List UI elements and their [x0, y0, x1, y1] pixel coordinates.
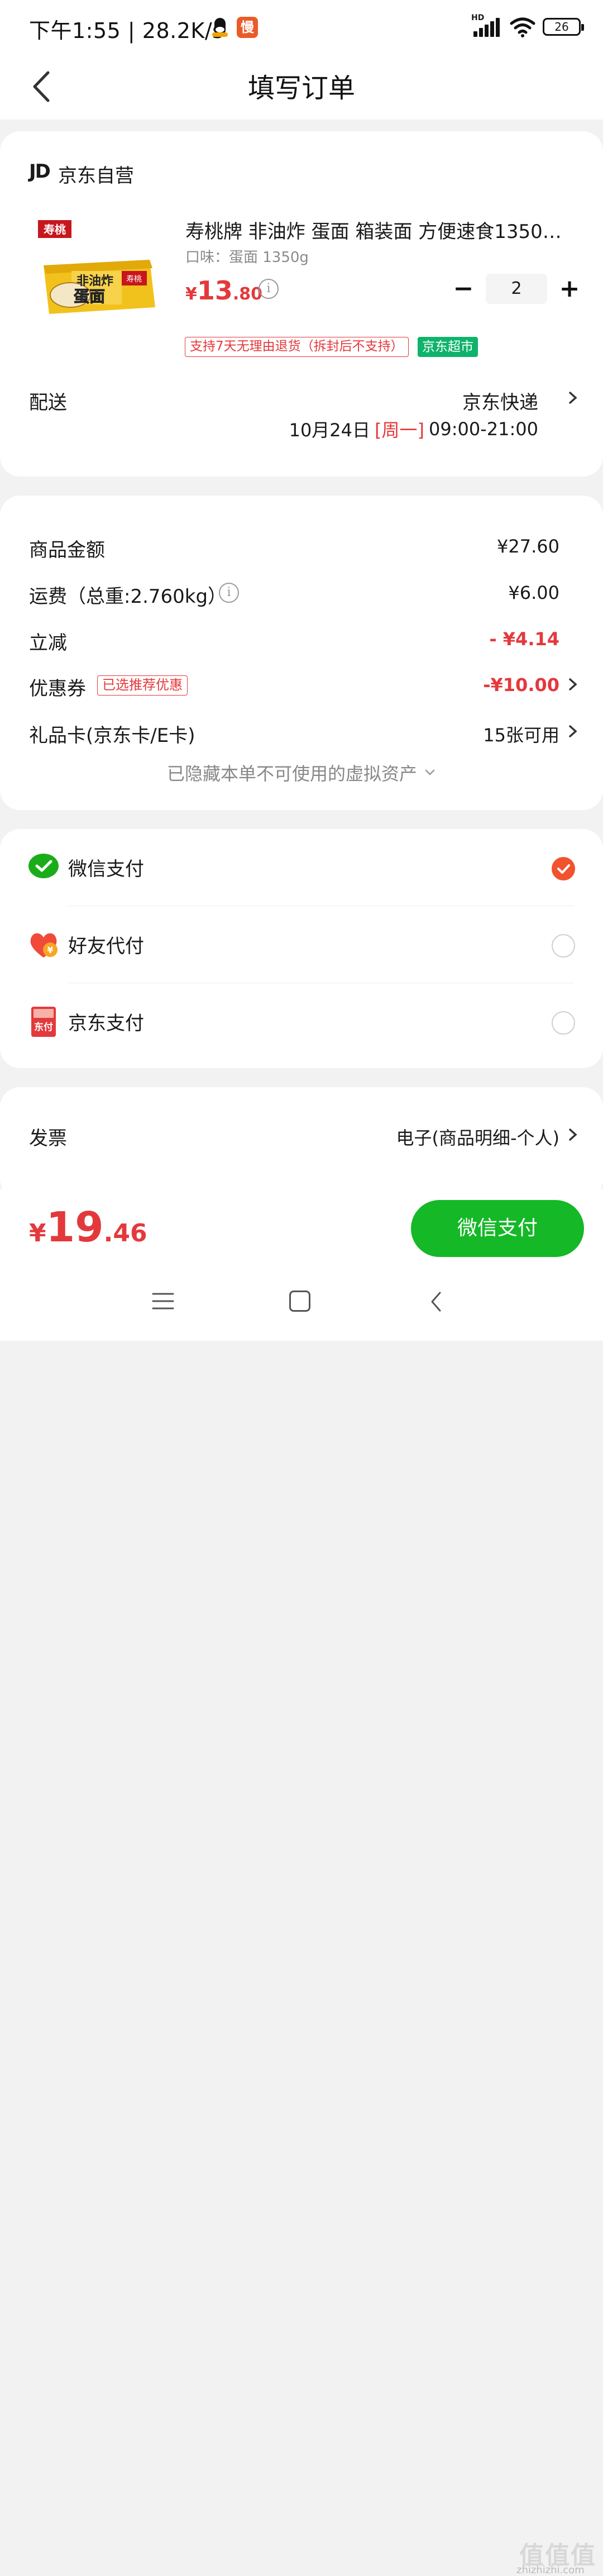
wechat-pay-icon: [28, 854, 59, 878]
status-bar: 下午1:55 | 28.2K/s 慢 HD 26: [0, 0, 603, 54]
goods-amount-label: 商品金额: [29, 539, 105, 561]
chevron-right-icon[interactable]: [567, 1126, 580, 1143]
chevron-down-icon: [425, 769, 435, 775]
qq-icon: [211, 17, 229, 38]
product-price: ¥ 13 .80: [185, 275, 263, 306]
page-header: 填写订单: [0, 54, 603, 120]
delivery-time[interactable]: 10月24日 [周一] 09:00-21:00: [289, 416, 538, 442]
giftcard-label: 礼品卡(京东卡/E卡): [29, 725, 195, 747]
checkout-bar: ¥ 19 .46 微信支付: [0, 1189, 603, 1267]
payment-card: 微信支付 ¥ 好友代付 东付 京东支付: [0, 829, 603, 1068]
shop-name[interactable]: 京东自营: [58, 160, 134, 188]
radio-selected[interactable]: [552, 857, 575, 880]
payment-label: 微信支付: [68, 858, 144, 880]
signal-icon: HD: [471, 13, 502, 38]
price-info-icon[interactable]: i: [259, 279, 279, 299]
total-amount: ¥ 19 .46: [29, 1203, 147, 1251]
status-time-speed: 下午1:55 | 28.2K/s: [29, 18, 224, 43]
watermark-text: zhizhizhi.com: [516, 2564, 585, 2576]
delivery-method[interactable]: 京东快递: [462, 387, 538, 415]
svg-text:蛋面: 蛋面: [74, 287, 105, 306]
return-policy-tag: 支持7天无理由退货（拆封后不支持）: [185, 337, 409, 357]
payment-label: 好友代付: [68, 935, 144, 958]
product-title[interactable]: 寿桃牌 非油炸 蛋面 箱装面 方便速食1350…: [185, 216, 576, 244]
battery-icon: 26: [543, 18, 584, 36]
page-title: 填写订单: [247, 73, 355, 104]
chevron-right-icon[interactable]: [567, 676, 580, 693]
payment-option-friend[interactable]: ¥ 好友代付: [0, 906, 603, 983]
invoice-card[interactable]: 发票 电子(商品明细-个人): [0, 1087, 603, 1199]
svg-text:东付: 东付: [34, 1021, 53, 1033]
payment-option-jd[interactable]: 东付 京东支付: [0, 983, 603, 1060]
product-image[interactable]: 寿桃 非油炸 蛋面 寿桃: [38, 218, 158, 327]
radio-unselected[interactable]: [552, 1011, 575, 1035]
svg-text:非油炸: 非油炸: [76, 274, 113, 288]
price-summary-card: 商品金额 ¥27.60 运费（总重:2.760kg） i ¥6.00 立减 - …: [0, 496, 603, 810]
chevron-right-icon[interactable]: [567, 723, 580, 740]
home-icon[interactable]: [289, 1291, 310, 1312]
decrease-button[interactable]: −: [452, 275, 475, 303]
system-nav-bar: 值值值 zhizhizhi.com: [0, 1267, 603, 2576]
hidden-assets-toggle[interactable]: 已隐藏本单不可使用的虚拟资产: [0, 760, 603, 785]
menu-icon[interactable]: [152, 1292, 174, 1311]
goods-amount-value: ¥27.60: [497, 536, 559, 557]
coupon-value[interactable]: -¥10.00: [483, 674, 559, 696]
invoice-label: 发票: [29, 1127, 67, 1150]
freight-value: ¥6.00: [508, 582, 559, 603]
invoice-value[interactable]: 电子(商品明细-个人): [396, 1124, 559, 1150]
freight-label: 运费（总重:2.760kg）: [29, 585, 227, 608]
wechat-pay-button[interactable]: 微信支付: [411, 1200, 584, 1257]
svg-text:寿桃: 寿桃: [126, 274, 142, 284]
quantity-stepper: − 2 +: [452, 274, 581, 304]
jd-logo: JD: [29, 160, 51, 183]
order-card: JD 京东自营 寿桃 非油炸 蛋面 寿桃 寿桃牌 非油炸 蛋面 箱装面 方便速食…: [0, 131, 603, 477]
svg-text:寿桃: 寿桃: [44, 223, 66, 236]
wifi-icon: [510, 17, 535, 37]
jd-supermarket-tag: 京东超市: [418, 337, 478, 357]
product-spec: 口味：蛋面 1350g: [185, 249, 309, 266]
discount-value: - ¥4.14: [489, 628, 559, 650]
giftcard-value[interactable]: 15张可用: [483, 721, 559, 747]
app-notification-icon: 慢: [237, 17, 258, 38]
quantity-input[interactable]: 2: [486, 274, 547, 304]
coupon-label: 优惠券: [29, 678, 86, 700]
radio-unselected[interactable]: [552, 934, 575, 958]
svg-text:¥: ¥: [47, 945, 53, 955]
coupon-recommended-tag: 已选推荐优惠: [97, 675, 188, 696]
increase-button[interactable]: +: [558, 275, 581, 303]
chevron-right-icon[interactable]: [567, 389, 580, 406]
delivery-label: 配送: [29, 392, 67, 414]
friend-pay-heart-icon: ¥: [30, 933, 58, 958]
payment-label: 京东支付: [68, 1012, 144, 1035]
nav-back-icon[interactable]: [428, 1291, 444, 1313]
payment-option-wechat[interactable]: 微信支付: [0, 829, 603, 906]
jd-pay-icon: 东付: [31, 1007, 56, 1037]
freight-info-icon[interactable]: i: [219, 583, 239, 603]
discount-label: 立减: [29, 632, 67, 654]
